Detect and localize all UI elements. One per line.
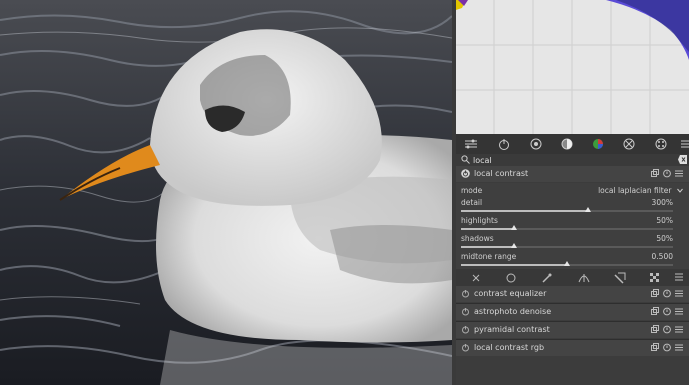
multi-instance-icon[interactable] [651, 307, 659, 316]
detail-label: detail [461, 198, 483, 207]
module-search [456, 154, 689, 166]
blending-toolbar [456, 269, 689, 286]
power-on-icon[interactable] [461, 169, 470, 178]
module-presets-icon[interactable] [675, 325, 683, 334]
shadows-value: 50% [656, 234, 673, 243]
power-off-icon[interactable] [461, 343, 470, 352]
tone-modules-icon[interactable] [560, 137, 574, 151]
detail-value: 300% [651, 198, 673, 207]
mode-label: mode [461, 186, 483, 195]
drawn-mask-icon[interactable] [541, 272, 553, 284]
blend-menu-icon[interactable] [675, 272, 687, 284]
module-header-astrophoto-denoise[interactable]: astrophoto denoise [456, 304, 689, 320]
search-icon [461, 155, 470, 166]
multi-instance-icon[interactable] [651, 325, 659, 334]
midtone-range-value: 0.500 [651, 252, 673, 261]
histogram[interactable] [456, 0, 689, 134]
module-header-local-contrast[interactable]: local contrast [456, 166, 689, 182]
image-preview[interactable] [0, 0, 452, 385]
mode-value: local laplacian filter [598, 186, 672, 195]
chevron-down-icon [677, 186, 683, 195]
blend-uniform-icon[interactable] [505, 272, 517, 284]
power-off-icon[interactable] [461, 325, 470, 334]
module-header-pyramidal-contrast[interactable]: pyramidal contrast [456, 322, 689, 338]
power-off-icon[interactable] [461, 289, 470, 298]
module-title: local contrast [474, 169, 529, 178]
module-title: pyramidal contrast [474, 325, 550, 334]
clear-search-icon[interactable] [678, 155, 687, 166]
photo-gull [0, 0, 452, 385]
module-group-tabs [456, 134, 689, 154]
module-presets-icon[interactable] [675, 343, 683, 352]
multi-instance-icon[interactable] [651, 343, 659, 352]
mode-dropdown[interactable]: local laplacian filter [598, 186, 683, 195]
midtone-range-label: midtone range [461, 252, 517, 261]
detail-slider[interactable] [461, 207, 673, 212]
presets-menu-icon[interactable] [678, 137, 689, 151]
multi-instance-icon[interactable] [651, 289, 659, 298]
module-title: local contrast rgb [474, 343, 545, 352]
quick-access-icon[interactable] [464, 137, 478, 151]
reset-icon[interactable] [663, 289, 671, 298]
local-contrast-controls: mode local laplacian filter detail 300% … [456, 183, 689, 269]
module-presets-icon[interactable] [675, 289, 683, 298]
reset-icon[interactable] [663, 307, 671, 316]
drawn-parametric-mask-icon[interactable] [614, 272, 626, 284]
active-modules-icon[interactable] [497, 137, 511, 151]
module-title: astrophoto denoise [474, 307, 552, 316]
right-panel: local contrast mode local laplacian filt… [456, 0, 689, 385]
highlights-label: highlights [461, 216, 498, 225]
base-modules-icon[interactable] [529, 137, 543, 151]
highlights-value: 50% [656, 216, 673, 225]
reset-icon[interactable] [663, 169, 671, 178]
power-off-icon[interactable] [461, 307, 470, 316]
midtone-range-slider[interactable] [461, 261, 673, 266]
reset-icon[interactable] [663, 325, 671, 334]
effect-modules-icon[interactable] [654, 137, 668, 151]
parametric-mask-icon[interactable] [578, 272, 590, 284]
reset-icon[interactable] [663, 343, 671, 352]
raster-mask-icon[interactable] [649, 272, 661, 284]
panel-empty-area [456, 357, 689, 385]
module-header-contrast-equalizer[interactable]: contrast equalizer [456, 286, 689, 302]
module-title: contrast equalizer [474, 289, 547, 298]
histogram-graph [456, 0, 689, 134]
search-input[interactable] [473, 154, 663, 166]
multi-instance-icon[interactable] [651, 169, 659, 178]
shadows-label: shadows [461, 234, 494, 243]
blend-off-icon[interactable] [470, 272, 482, 284]
module-header-local-contrast-rgb[interactable]: local contrast rgb [456, 340, 689, 356]
module-presets-icon[interactable] [675, 169, 683, 178]
color-modules-icon[interactable] [591, 137, 605, 151]
highlights-slider[interactable] [461, 225, 673, 230]
shadows-slider[interactable] [461, 243, 673, 248]
module-presets-icon[interactable] [675, 307, 683, 316]
correct-modules-icon[interactable] [622, 137, 636, 151]
